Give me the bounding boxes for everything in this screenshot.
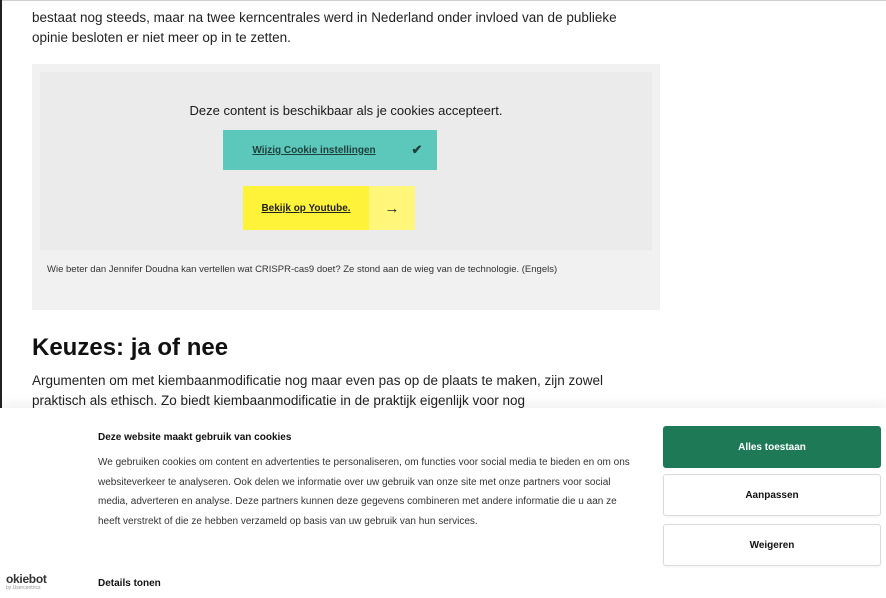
section-paragraph: Argumenten om met kiembaanmodificatie no… bbox=[32, 373, 604, 408]
change-cookie-settings-label: Wijzig Cookie instellingen bbox=[252, 144, 376, 156]
customize-button[interactable]: Aanpassen bbox=[663, 474, 881, 516]
show-details-link[interactable]: Details tonen bbox=[98, 578, 161, 589]
checkmark-icon: ✔ bbox=[411, 142, 423, 157]
video-caption: Wie beter dan Jennifer Doudna kan vertel… bbox=[47, 264, 558, 275]
allow-all-button[interactable]: Alles toestaan bbox=[663, 426, 881, 468]
watch-on-youtube-label: Bekijk op Youtube. bbox=[261, 202, 351, 214]
cookiebot-logo-subtext: by Usercentrics bbox=[6, 585, 41, 591]
intro-paragraph: bestaat nog steeds, maar na twee kerncen… bbox=[32, 10, 617, 45]
cookie-consent-banner: Deze website maakt gebruik van cookies W… bbox=[0, 408, 886, 598]
cookiebot-logo-text: okiebot bbox=[6, 572, 47, 586]
embed-consent-message: Deze content is beschikbaar als je cooki… bbox=[189, 103, 503, 118]
section-heading: Keuzes: ja of nee bbox=[32, 334, 229, 361]
cookie-banner-title: Deze website maakt gebruik van cookies bbox=[98, 432, 292, 443]
watch-on-youtube-button[interactable]: Bekijk op Youtube. → bbox=[243, 186, 415, 230]
window-top-edge bbox=[0, 0, 886, 1]
cookie-banner-text: We gebruiken cookies om content en adver… bbox=[98, 457, 630, 527]
change-cookie-settings-button[interactable]: Wijzig Cookie instellingen ✔ bbox=[223, 130, 437, 170]
cookiebot-logo: okiebot by Usercentrics bbox=[6, 572, 66, 598]
arrow-right-icon: → bbox=[369, 186, 415, 230]
decline-button[interactable]: Weigeren bbox=[663, 524, 881, 566]
video-embed-placeholder: Deze content is beschikbaar als je cooki… bbox=[32, 64, 660, 310]
embed-consent-box: Deze content is beschikbaar als je cooki… bbox=[40, 72, 652, 250]
